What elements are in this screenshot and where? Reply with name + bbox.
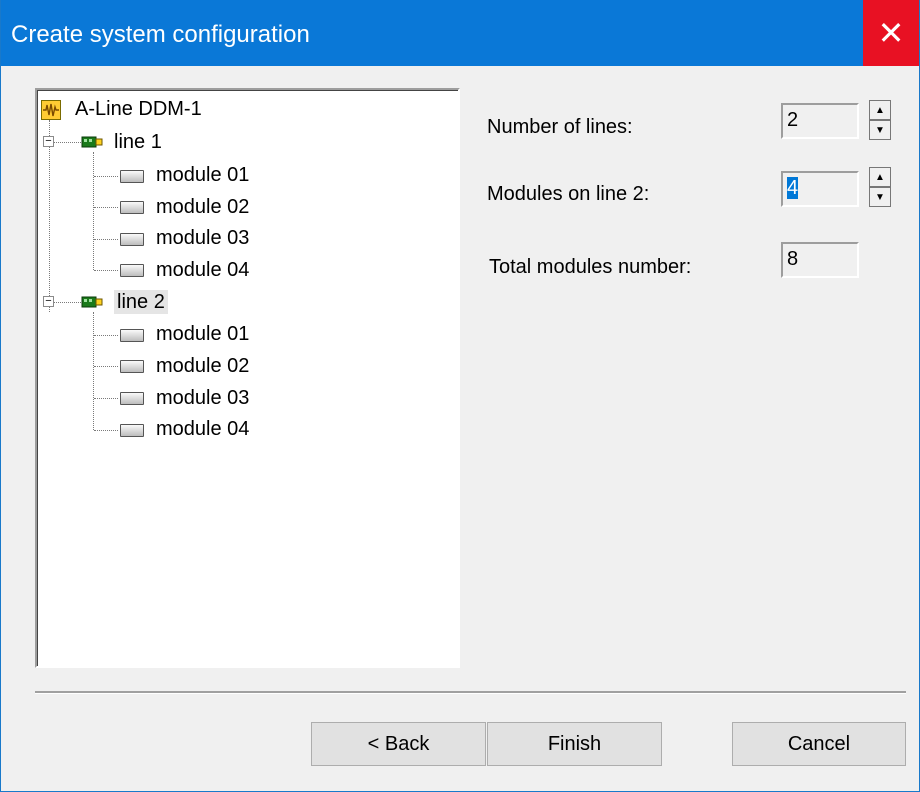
module-icon <box>120 201 144 214</box>
tree-root-label[interactable]: A-Line DDM-1 <box>75 97 202 121</box>
tree-line-1[interactable]: line 1 <box>114 130 162 154</box>
number-of-lines-label: Number of lines: <box>487 116 633 138</box>
dialog-window: Create system configuration ✕ A-Line DDM… <box>0 0 920 792</box>
module-icon <box>120 392 144 405</box>
number-of-lines-input[interactable]: 2 <box>781 103 859 139</box>
close-button[interactable]: ✕ <box>863 0 919 66</box>
total-modules-field: 8 <box>781 242 859 278</box>
line-1-icon <box>81 136 103 148</box>
tree-line-1-module-03[interactable]: module 03 <box>156 226 249 250</box>
divider <box>35 691 906 694</box>
modules-on-line-input[interactable]: 4 <box>781 171 859 207</box>
selected-value: 4 <box>787 177 799 199</box>
total-modules-label: Total modules number: <box>489 256 692 278</box>
back-button[interactable]: < Back <box>311 722 486 766</box>
tree-line-2[interactable]: line 2 <box>114 290 168 314</box>
decrement-button[interactable]: ▼ <box>869 120 891 140</box>
tree-line-1-module-02[interactable]: module 02 <box>156 195 249 219</box>
modules-on-line-spinner[interactable]: ▲ ▼ <box>869 167 891 207</box>
increment-button[interactable]: ▲ <box>869 100 891 120</box>
module-icon <box>120 264 144 277</box>
number-of-lines-spinner[interactable]: ▲ ▼ <box>869 100 891 140</box>
tree-line-2-module-04[interactable]: module 04 <box>156 417 249 441</box>
modules-on-line-label: Modules on line 2: <box>487 183 650 205</box>
title-bar: Create system configuration ✕ <box>1 0 919 66</box>
module-icon <box>120 170 144 183</box>
tree-line-1-module-01[interactable]: module 01 <box>156 163 249 187</box>
close-icon: ✕ <box>877 15 905 51</box>
window-title: Create system configuration <box>11 21 310 48</box>
module-icon <box>120 233 144 246</box>
module-icon <box>120 329 144 342</box>
tree-line-2-module-01[interactable]: module 01 <box>156 322 249 346</box>
module-icon <box>120 424 144 437</box>
configuration-tree[interactable]: A-Line DDM-1 − line 1 module 01 module 0… <box>35 88 460 668</box>
increment-button[interactable]: ▲ <box>869 167 891 187</box>
cancel-button[interactable]: Cancel <box>732 722 906 766</box>
module-icon <box>120 360 144 373</box>
tree-line-2-module-02[interactable]: module 02 <box>156 354 249 378</box>
decrement-button[interactable]: ▼ <box>869 187 891 207</box>
line-2-icon <box>81 296 103 308</box>
finish-button[interactable]: Finish <box>487 722 662 766</box>
tree-line-1-module-04[interactable]: module 04 <box>156 258 249 282</box>
device-icon <box>41 100 61 120</box>
collapse-line-2-toggle[interactable]: − <box>43 296 54 307</box>
tree-line-2-module-03[interactable]: module 03 <box>156 386 249 410</box>
collapse-line-1-toggle[interactable]: − <box>43 136 54 147</box>
